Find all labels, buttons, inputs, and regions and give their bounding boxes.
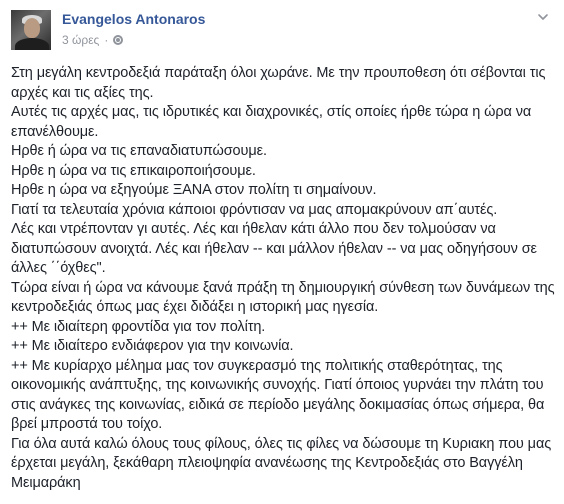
post-timestamp[interactable]: 3 ώρες: [62, 33, 99, 47]
post-line: ++ Με ιδιαίτερη φροντίδα για τον πολίτη.: [11, 318, 266, 335]
avatar-shoulders: [15, 38, 49, 50]
post-line: Ηρθε η ώρα να τις επικαιροποιήσουμε.: [11, 162, 256, 179]
post-line: Για όλα αυτά καλώ όλους τους φίλους, όλε…: [11, 435, 552, 491]
post-meta: 3 ώρες ·: [62, 33, 124, 47]
post-body: Στη μεγάλη κεντροδεξιά παράταξη όλοι χωρ…: [11, 64, 556, 493]
facebook-post: Evangelos Antonaros 3 ώρες · Στη μεγάλη …: [0, 0, 564, 504]
meta-separator: ·: [104, 33, 109, 47]
globe-icon[interactable]: [113, 35, 124, 45]
post-line: ++ Με ιδιαίτερο ενδιάφερον για την κοινω…: [11, 338, 294, 354]
author-avatar[interactable]: [11, 10, 51, 50]
post-line: Ηρθε η ώρα να εξηγούμε ΞΑΝΑ στον πολίτη …: [11, 182, 377, 198]
post-line: Λές και ντρέπονταν γι αυτές. Λές και ήθε…: [11, 221, 537, 276]
author-name[interactable]: Evangelos Antonaros: [62, 11, 205, 27]
post-line: ++ Με κυρίαρχο μέλημα μας τον συγκερασμό…: [11, 357, 545, 433]
post-line: Γιατί τα τελευταία χρόνια κάποιοι φρόντι…: [11, 201, 498, 218]
chevron-down-icon[interactable]: [536, 10, 550, 24]
avatar-face: [24, 18, 40, 38]
post-line: Τώρα είναι ή ώρα να κάνουμε ξανά πράξη τ…: [11, 279, 555, 316]
post-line: Στη μεγάλη κεντροδεξιά παράταξη όλοι χωρ…: [11, 65, 546, 101]
post-line: Αυτές τις αρχές μας, τις ιδρυτικές και δ…: [11, 104, 532, 140]
post-line: Ηρθε ή ώρα να τις επαναδιατυπώσουμε.: [11, 143, 267, 159]
